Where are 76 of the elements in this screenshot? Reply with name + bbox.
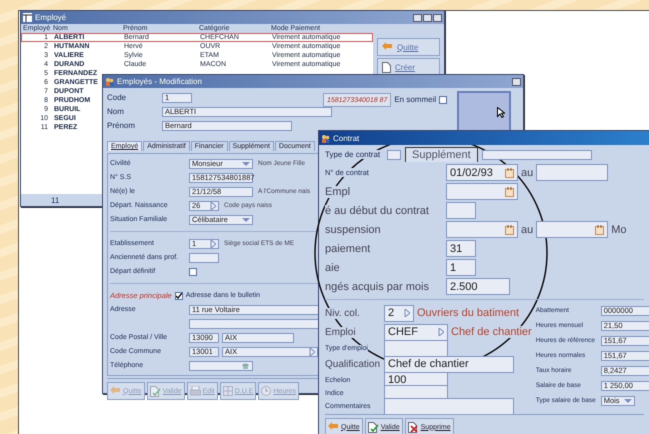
- lookup-arrow-icon[interactable]: [210, 240, 216, 248]
- input-field[interactable]: [446, 183, 518, 200]
- toolbar-button[interactable]: Quitte: [377, 38, 440, 56]
- dropdown-arrow-icon[interactable]: [242, 160, 250, 166]
- close-button[interactable]: [433, 14, 442, 22]
- description-text: Ouvriers du batiment: [417, 307, 520, 319]
- field-label: Code: [107, 93, 128, 102]
- input-field[interactable]: [189, 252, 219, 262]
- checkbox[interactable]: [439, 96, 448, 104]
- dropdown-arrow-icon[interactable]: [242, 216, 250, 222]
- lookup-arrow-icon[interactable]: [309, 348, 315, 356]
- window-title: Employé: [35, 13, 66, 22]
- field-label: é au début du contrat: [325, 204, 429, 216]
- input-field[interactable]: 1: [446, 259, 476, 276]
- page-cross-icon: [408, 422, 419, 432]
- checkbox[interactable]: [174, 292, 183, 300]
- input-field[interactable]: 01/02/93: [446, 164, 518, 181]
- input-field[interactable]: [536, 221, 608, 238]
- minimize-button[interactable]: [413, 14, 422, 22]
- dropdown-arrow-icon[interactable]: [624, 398, 632, 404]
- arrow-icon: [382, 42, 393, 52]
- cursor-icon: [497, 107, 506, 118]
- calendar-icon[interactable]: [505, 224, 514, 234]
- calendar-icon[interactable]: [595, 224, 604, 234]
- input-field[interactable]: 31: [446, 240, 476, 257]
- field-label: Qualification: [325, 358, 380, 370]
- input-field[interactable]: [384, 340, 448, 356]
- input-field[interactable]: [189, 360, 253, 370]
- printer-icon: [190, 386, 201, 396]
- field-label: Type de contrat: [325, 150, 383, 159]
- field-label: Prénom: [107, 121, 136, 130]
- field-label: suspension: [325, 224, 381, 236]
- input-field[interactable]: [446, 221, 518, 238]
- field-label: Mo: [611, 224, 627, 236]
- tab[interactable]: Supplément: [405, 147, 478, 162]
- checkbox-label: En sommeil: [394, 94, 436, 106]
- arrow-icon: [328, 422, 339, 432]
- lookup-arrow-icon[interactable]: [404, 309, 410, 317]
- input-field[interactable]: [384, 398, 514, 414]
- people-icon: [321, 134, 330, 142]
- page-check-icon: [150, 386, 161, 396]
- people-icon: [105, 77, 114, 86]
- window-title: Contrat: [333, 134, 360, 142]
- page-icon: [382, 62, 391, 72]
- clock-icon: [261, 386, 272, 396]
- page-check-icon: [368, 422, 379, 432]
- calendar-icon[interactable]: [505, 186, 514, 196]
- description-text: Chef de chantier: [451, 326, 532, 338]
- field-label: Niv. col.: [325, 308, 360, 318]
- arrow-icon: [110, 386, 121, 396]
- field-label: Nom: [107, 107, 125, 116]
- field-label: Emploi: [325, 326, 356, 338]
- input-field[interactable]: [387, 150, 401, 160]
- input-field[interactable]: Chef de chantier: [384, 356, 514, 372]
- input-field[interactable]: 2.500: [446, 278, 510, 295]
- checkbox[interactable]: [189, 268, 197, 276]
- input-field[interactable]: [446, 202, 476, 219]
- input-field[interactable]: CHEF: [384, 324, 448, 340]
- lookup-arrow-icon[interactable]: [210, 202, 216, 210]
- window-title: Employés - Modification: [117, 77, 202, 86]
- input-field[interactable]: [536, 164, 608, 181]
- phone-icon[interactable]: [241, 362, 250, 370]
- status-text: 11: [51, 196, 60, 204]
- table-icon: [23, 13, 32, 22]
- field-label: ngés acquis par mois: [325, 280, 429, 292]
- maximize-button[interactable]: [423, 14, 432, 22]
- grid-icon: [222, 386, 233, 396]
- field-label: paiement: [325, 242, 370, 254]
- input-field[interactable]: 2: [384, 304, 414, 322]
- input-field[interactable]: [189, 318, 319, 328]
- lookup-arrow-icon[interactable]: [438, 328, 444, 336]
- close-button[interactable]: [512, 78, 521, 86]
- calendar-icon[interactable]: [505, 168, 514, 178]
- field-label: aie: [325, 262, 340, 274]
- input-field[interactable]: [482, 150, 592, 160]
- field-label: Empl: [325, 186, 350, 198]
